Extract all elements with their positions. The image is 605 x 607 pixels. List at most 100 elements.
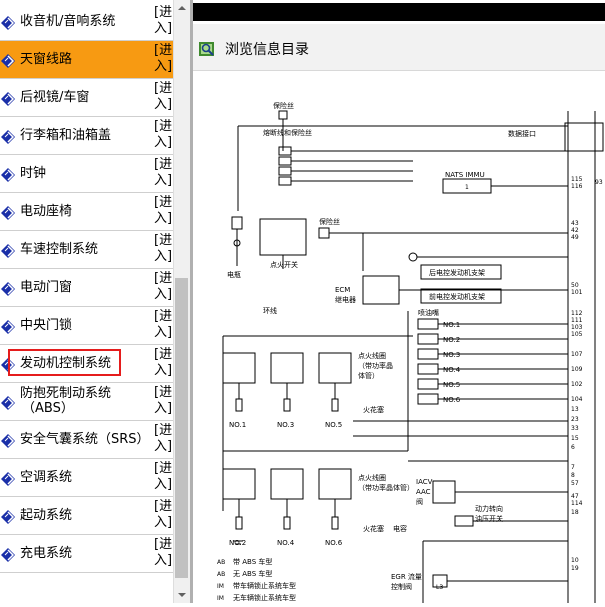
relay-fuse-label: 保险丝: [319, 217, 340, 226]
connector-pin-label: 49: [571, 234, 579, 241]
legend-4: 无车辆锁止系统车型: [233, 593, 296, 602]
ecm-relay-label-2: 继电器: [335, 295, 356, 304]
sidebar-item-label-line2: （ABS）: [22, 401, 74, 416]
egr-label-1: EGR 流量: [391, 572, 422, 581]
book-diamond-icon: [1, 15, 15, 30]
sidebar-item[interactable]: 收音机/音响系统 [进入]: [0, 3, 173, 41]
connector-pin-label: 104: [571, 396, 583, 403]
enter-link[interactable]: [进入]: [154, 157, 172, 189]
legend-tag-2: AB: [217, 571, 225, 578]
injector-number-label: NO.6: [443, 396, 461, 404]
connector-pin-label: 47: [571, 493, 579, 500]
sidebar-item-label: 时钟: [20, 166, 47, 181]
sidebar-item[interactable]: 电动座椅 [进入]: [0, 193, 173, 231]
sidebar-item-label: 车速控制系统: [20, 242, 99, 257]
sidebar-item-label: 安全气囊系统（SRS）: [20, 432, 150, 447]
sidebar-item[interactable]: 充电系统 [进入]: [0, 535, 173, 573]
ignition-switch-label: 点火开关: [270, 260, 298, 269]
enter-link[interactable]: [进入]: [154, 271, 172, 303]
sidebar-item-label: 收音机/音响系统: [20, 14, 116, 29]
scroll-up-arrow-icon[interactable]: [174, 0, 190, 16]
sidebar-item[interactable]: 空调系统 [进入]: [0, 459, 173, 497]
enter-link[interactable]: [进入]: [154, 81, 172, 113]
book-diamond-icon: [1, 53, 15, 68]
connector-pin-label: 105: [571, 331, 583, 338]
connector-pin-label: 43: [571, 220, 579, 227]
fuse-link-label: 熔断线和保险丝: [263, 128, 312, 137]
sidebar-item[interactable]: 天窗线路 [进入]: [0, 41, 173, 79]
enter-link[interactable]: [进入]: [154, 461, 172, 493]
sidebar-item[interactable]: 起动系统 [进入]: [0, 497, 173, 535]
iacv-label-1: IACV: [416, 478, 433, 486]
book-diamond-icon: [1, 547, 15, 562]
connector-pin-label: 111: [571, 317, 583, 324]
sidebar-item[interactable]: 电动门窗 [进入]: [0, 269, 173, 307]
connector-pin-label: 13: [571, 406, 579, 413]
spark-plug-label-b: 火花塞: [363, 524, 384, 533]
enter-link[interactable]: [进入]: [154, 195, 172, 227]
coil-number-label: NO.6: [325, 539, 343, 547]
sidebar-item[interactable]: 安全气囊系统（SRS） [进入]: [0, 421, 173, 459]
sidebar-scrollbar[interactable]: [173, 0, 190, 603]
coil-a-label-3: 体管）: [358, 371, 379, 380]
scroll-down-arrow-icon[interactable]: [174, 587, 190, 603]
viewer-top-bar: [193, 3, 605, 21]
enter-link[interactable]: [进入]: [154, 233, 172, 265]
book-diamond-icon: [1, 433, 15, 448]
sidebar-item-label: 天窗线路: [20, 41, 73, 78]
connector-pin-label: 107: [571, 351, 583, 358]
enter-link[interactable]: [进入]: [154, 385, 172, 417]
enter-link[interactable]: [进入]: [154, 309, 172, 341]
browse-magnifier-icon: [198, 40, 216, 58]
sidebar-item[interactable]: 防抱死制动系统 （ABS） [进入]: [0, 383, 173, 421]
enter-link[interactable]: [进入]: [154, 537, 172, 569]
sidebar-item-label: 电动座椅: [20, 204, 73, 219]
book-diamond-icon: [1, 281, 15, 296]
enter-link[interactable]: [进入]: [154, 423, 172, 455]
l3-tag: L3: [436, 584, 443, 591]
enter-link[interactable]: [进入]: [154, 5, 172, 37]
sidebar-item[interactable]: 行李箱和油箱盖 [进入]: [0, 117, 173, 155]
ecm-relay-label-1: ECM: [335, 286, 350, 294]
connector-pin-label: 15: [571, 435, 579, 442]
injector-number-label: NO.2: [443, 336, 460, 344]
egr-label-2: 控制阀: [391, 582, 412, 591]
sidebar-item[interactable]: 发动机控制系统 [进入]: [0, 345, 173, 383]
sidebar-item[interactable]: 后视镜/车窗 [进入]: [0, 79, 173, 117]
injector-number-label: NO.3: [443, 351, 460, 359]
connector-pin-label: 112: [571, 310, 583, 317]
nats-label: NATS IMMU: [445, 171, 485, 179]
system-list-sidebar: 收音机/音响系统 [进入] 天窗线路 [进入] 后视镜/车窗 [进入] 行李箱和油箱盖 [进入…: [0, 0, 173, 603]
legend-1: 带 ABS 车型: [233, 557, 272, 566]
sidebar-item[interactable]: 车速控制系统 [进入]: [0, 231, 173, 269]
highlight-box: [8, 349, 121, 376]
connector-pin-label: 19: [571, 565, 579, 572]
book-diamond-icon: [1, 319, 15, 334]
connector-pin-label: 115: [571, 176, 583, 183]
connector-pin-label: 57: [571, 480, 579, 487]
connector-pin-label: 50: [571, 282, 579, 289]
connector-pin-label: 116: [571, 183, 583, 190]
sidebar-item-label: 空调系统: [20, 470, 73, 485]
enter-link[interactable]: [进入]: [154, 347, 172, 379]
injector-number-label: NO.1: [443, 321, 460, 329]
enter-link[interactable]: [进入]: [154, 119, 172, 151]
sidebar-item-label: 后视镜/车窗: [20, 90, 90, 105]
connector-pin-label: 33: [571, 425, 579, 432]
power-steer-label-2: 油压开关: [475, 514, 503, 523]
book-diamond-icon: [1, 243, 15, 258]
book-diamond-icon: [1, 205, 15, 220]
enter-link[interactable]: [进入]: [154, 499, 172, 531]
book-diamond-icon: [1, 91, 15, 106]
enter-link[interactable]: [进入]: [154, 43, 172, 75]
connector-pin-label: 103: [571, 324, 583, 331]
connector-pin-label: 6: [571, 444, 575, 451]
iacv-label-2: AAC: [416, 488, 431, 496]
scrollbar-thumb[interactable]: [175, 278, 188, 578]
book-diamond-icon: [1, 167, 15, 182]
legend-tag-4: IM: [217, 595, 224, 602]
sidebar-item-label: 电动门窗: [20, 280, 73, 295]
sidebar-item[interactable]: 时钟 [进入]: [0, 155, 173, 193]
sidebar-item[interactable]: 中央门锁 [进入]: [0, 307, 173, 345]
coil-number-label: NO.2: [229, 539, 246, 547]
